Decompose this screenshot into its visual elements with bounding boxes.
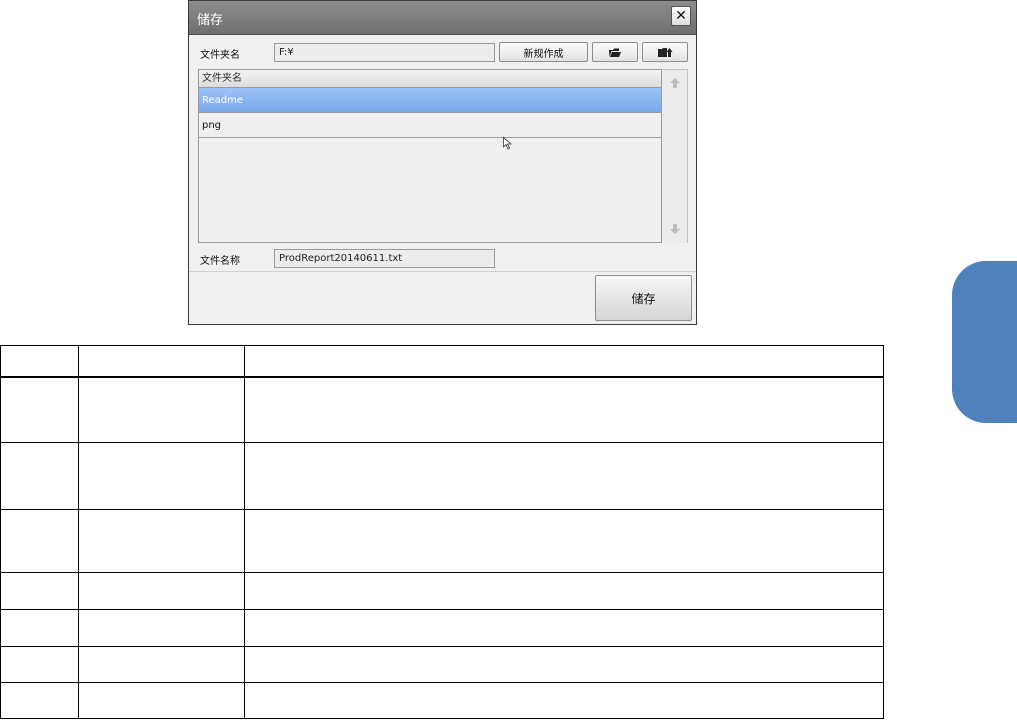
table-cell: [0, 646, 79, 683]
table-cell: [78, 442, 245, 510]
table-cell: [244, 376, 884, 443]
table-cell: [78, 682, 245, 719]
dialog-title: 储存: [197, 13, 224, 28]
spec-table: [0, 345, 884, 719]
table-cell: [0, 609, 79, 647]
folder-up-button[interactable]: [642, 42, 688, 62]
table-cell: [0, 572, 79, 610]
list-header: 文件夹名: [199, 70, 661, 88]
table-cell: [0, 376, 79, 443]
table-cell: [244, 646, 884, 683]
list-scrollbar[interactable]: [662, 69, 688, 243]
table-row: [0, 572, 884, 610]
table-cell: [78, 509, 245, 573]
close-button[interactable]: ✕: [671, 6, 691, 26]
save-button[interactable]: 储存: [595, 275, 692, 321]
table-cell: [244, 509, 884, 573]
open-folder-button[interactable]: [592, 42, 638, 62]
folder-list: 文件夹名 Readme png: [198, 69, 662, 243]
folder-label: 文件夹名: [200, 50, 240, 61]
list-item-readme[interactable]: Readme: [199, 88, 661, 113]
scroll-up-button[interactable]: [662, 72, 687, 94]
table-cell: [0, 345, 79, 378]
table-cell: [244, 682, 884, 719]
table-cell: [244, 345, 884, 378]
table-row: [0, 682, 884, 719]
mouse-cursor-icon: [503, 137, 512, 150]
new-folder-label: 新规作成: [523, 48, 564, 60]
table-cell: [244, 442, 884, 510]
table-row: [0, 509, 884, 573]
footer-divider: [189, 271, 696, 272]
table-cell: [0, 442, 79, 510]
table-cell: [78, 376, 245, 443]
scroll-down-arrow-icon: [669, 224, 680, 234]
table-cell: [78, 345, 245, 378]
close-icon: ✕: [675, 8, 687, 24]
open-folder-icon: [609, 48, 621, 57]
list-item-png[interactable]: png: [199, 113, 661, 138]
filename-label: 文件名称: [200, 256, 240, 267]
scroll-down-button[interactable]: [662, 218, 687, 240]
save-dialog: 储存 ✕ 文件夹名 新规作成 文件夹名 Readme png: [188, 0, 697, 325]
table-cell: [244, 572, 884, 610]
save-label: 储存: [631, 291, 656, 306]
table-row: [0, 646, 884, 683]
table-cell: [0, 682, 79, 719]
table-cell: [78, 646, 245, 683]
table-cell: [78, 609, 245, 647]
table-cell: [244, 609, 884, 647]
table-header-row: [0, 345, 884, 378]
table-row: [0, 376, 884, 443]
table-cell: [0, 509, 79, 573]
table-row: [0, 442, 884, 510]
table-row: [0, 609, 884, 647]
new-folder-button[interactable]: 新规作成: [499, 42, 588, 62]
folder-up-icon: [658, 48, 673, 57]
folder-path-field[interactable]: [274, 43, 495, 62]
filename-field[interactable]: [274, 249, 495, 268]
title-bar: 储存 ✕: [189, 1, 696, 35]
chapter-side-tab: [952, 261, 1017, 423]
scroll-up-arrow-icon: [669, 78, 680, 88]
table-cell: [78, 572, 245, 610]
